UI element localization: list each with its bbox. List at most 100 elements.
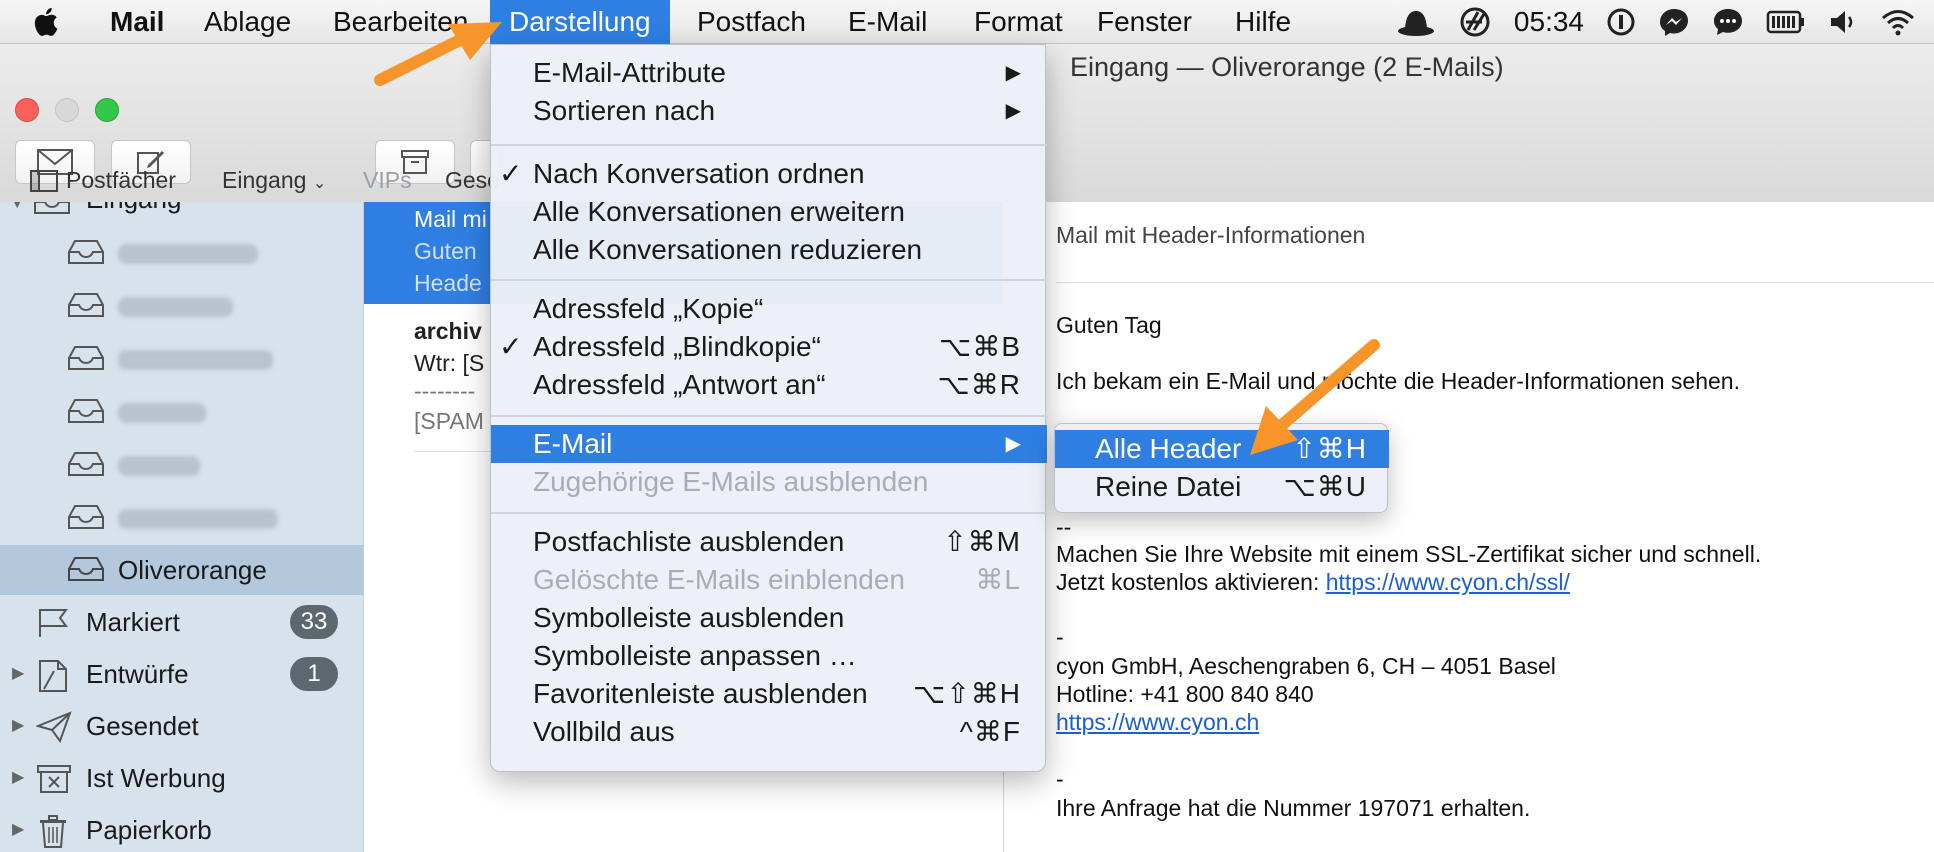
sidebar-item-account-4[interactable]	[0, 387, 363, 437]
hat-icon[interactable]	[1396, 7, 1436, 37]
menu-item-reply-to-field[interactable]: Adressfeld „Antwort an“ ⌥⌘R	[491, 366, 1047, 404]
blurred-label	[118, 403, 206, 423]
menu-item-shortcut: ⌘L	[975, 564, 1021, 595]
menu-item-label: Symbolleiste anpassen …	[533, 640, 857, 671]
paperplane-icon	[36, 711, 72, 743]
sidebar-item-inbox[interactable]: ▶ Eingang	[0, 202, 363, 228]
submenu-arrow-icon: ▶	[1005, 62, 1021, 84]
fav-inbox[interactable]: Eingang ⌄	[222, 167, 326, 194]
sidebar-item-flagged[interactable]: Markiert 33	[0, 597, 363, 647]
menu-item-cc-field[interactable]: Adressfeld „Kopie“	[491, 290, 1047, 328]
disclosure-triangle-icon[interactable]: ▶	[12, 715, 24, 735]
inbox-icon	[68, 240, 104, 264]
menu-item-label: E-Mail-Attribute	[533, 57, 726, 88]
fav-vips[interactable]: VIPs	[363, 167, 412, 194]
menu-darstellung[interactable]: Darstellung	[490, 0, 670, 44]
menu-item-label: Alle Konversationen reduzieren	[533, 234, 923, 265]
menu-bearbeiten[interactable]: Bearbeiten	[315, 0, 486, 44]
ssl-link[interactable]: https://www.cyon.ch/ssl/	[1326, 569, 1570, 595]
message-preview: [SPAM	[414, 408, 484, 434]
menu-item-exit-fullscreen[interactable]: Vollbild aus ^⌘F	[491, 713, 1047, 751]
body-text: Ich bekam ein E-Mail und möchte die Head…	[1056, 368, 1740, 394]
ssl-prefix: Jetzt kostenlos aktivieren:	[1056, 569, 1326, 595]
disclosure-triangle-icon[interactable]: ▶	[8, 202, 28, 208]
sidebar-icon	[30, 169, 58, 192]
menu-item-all-headers[interactable]: Alle Header ⇧⌘H	[1055, 430, 1389, 468]
sidebar-item-oliverorange[interactable]: Oliverorange	[0, 545, 363, 595]
menu-format[interactable]: Format	[956, 0, 1081, 44]
inbox-icon	[68, 505, 104, 529]
sidebar-item-label: Markiert	[86, 607, 180, 637]
cyon-icon[interactable]	[1458, 6, 1492, 38]
menu-mail[interactable]: Mail	[92, 0, 182, 44]
message-sender: Mail mi	[414, 206, 487, 232]
menu-item-sort-by[interactable]: Sortieren nach ▶	[491, 92, 1047, 130]
close-window-button[interactable]	[15, 98, 39, 122]
disclosure-triangle-icon[interactable]: ▶	[12, 663, 24, 683]
flag-icon	[39, 609, 68, 637]
inbox-icon	[68, 452, 104, 476]
menu-item-shortcut: ⌥⌘U	[1283, 471, 1367, 502]
menu-item-email-attribute[interactable]: E-Mail-Attribute ▶	[491, 54, 1047, 92]
menu-item-hide-mailbox-list[interactable]: Postfachliste ausblenden ⇧⌘M	[491, 523, 1047, 561]
apple-menu[interactable]	[20, 0, 76, 44]
menu-fenster[interactable]: Fenster	[1079, 0, 1210, 44]
menu-item-bcc-field[interactable]: ✓ Adressfeld „Blindkopie“ ⌥⌘B	[491, 328, 1047, 366]
signature-separator: --	[1056, 514, 1072, 540]
menu-item-hide-toolbar[interactable]: Symbolleiste ausblenden	[491, 599, 1047, 637]
menu-email[interactable]: E-Mail	[830, 0, 945, 44]
messenger-icon[interactable]	[1658, 7, 1690, 37]
sidebar-item-label: Oliverorange	[118, 555, 267, 585]
menu-item-collapse-conversations[interactable]: Alle Konversationen reduzieren	[491, 231, 1047, 269]
menu-item-label: Gelöschte E-Mails einblenden	[533, 564, 905, 595]
volume-icon[interactable]	[1828, 8, 1858, 36]
minimize-window-button[interactable]	[55, 98, 79, 122]
menu-item-expand-conversations[interactable]: Alle Konversationen erweitern	[491, 193, 1047, 231]
menu-item-customize-toolbar[interactable]: Symbolleiste anpassen …	[491, 637, 1047, 675]
menu-ablage[interactable]: Ablage	[186, 0, 309, 44]
sidebar-item-trash[interactable]: ▶ Papierkorb	[0, 805, 363, 852]
menu-postfach[interactable]: Postfach	[679, 0, 824, 44]
company-link[interactable]: https://www.cyon.ch	[1056, 709, 1259, 735]
menu-item-hide-favorites-bar[interactable]: Favoritenleiste ausblenden ⌥⇧⌘H	[491, 675, 1047, 713]
fav-inbox-label: Eingang	[222, 167, 307, 193]
menu-separator	[491, 144, 1047, 146]
disclosure-triangle-icon[interactable]: ▶	[12, 819, 24, 839]
sidebar-item-account-5[interactable]	[0, 440, 363, 490]
menu-item-raw-source[interactable]: Reine Datei ⌥⌘U	[1055, 468, 1389, 506]
sidebar-item-sent[interactable]: ▶ Gesendet	[0, 701, 363, 751]
sidebar-item-drafts[interactable]: ▶ Entwürfe 1	[0, 649, 363, 699]
wifi-icon[interactable]	[1880, 7, 1916, 37]
zoom-window-button[interactable]	[95, 98, 119, 122]
menu-item-label: Vollbild aus	[533, 716, 675, 747]
menu-item-email-submenu[interactable]: E-Mail ▶	[491, 425, 1047, 463]
sidebar-item-account-2[interactable]	[0, 281, 363, 331]
sidebar-item-account-3[interactable]	[0, 334, 363, 384]
menu-hilfe[interactable]: Hilfe	[1217, 0, 1309, 44]
menu-item-organize-by-conversation[interactable]: ✓ Nach Konversation ordnen	[491, 155, 1047, 193]
junk-icon	[37, 765, 71, 793]
battery-icon[interactable]	[1766, 9, 1806, 35]
mailbox-sidebar: ▶ Eingang Oliverorange Markiert 33 ▶ Ent	[0, 202, 364, 852]
menu-item-label: Zugehörige E-Mails ausblenden	[533, 466, 929, 497]
menu-item-label: Favoritenleiste ausblenden	[533, 678, 868, 709]
darstellung-menu: E-Mail-Attribute ▶ Sortieren nach ▶ ✓ Nach …	[490, 44, 1047, 772]
chat-icon[interactable]	[1712, 7, 1744, 37]
sidebar-item-label: Eingang	[86, 202, 181, 215]
blurred-label	[118, 244, 258, 264]
clock[interactable]: 05:34	[1514, 6, 1584, 38]
sidebar-item-junk[interactable]: ▶ Ist Werbung	[0, 753, 363, 803]
menu-separator	[491, 279, 1047, 281]
info-icon[interactable]	[1606, 7, 1636, 37]
disclosure-triangle-icon[interactable]: ▶	[12, 767, 24, 787]
menu-item-hide-related: Zugehörige E-Mails ausblenden	[491, 463, 1047, 501]
company-address: cyon GmbH, Aeschengraben 6, CH – 4051 Ba…	[1056, 653, 1556, 679]
menu-item-label: Alle Header	[1095, 433, 1242, 464]
message-subject: Wtr: [S	[414, 350, 485, 376]
message-subject: Guten	[414, 238, 477, 264]
sidebar-item-account-6[interactable]	[0, 493, 363, 543]
mailboxes-toggle[interactable]: Postfächer	[30, 167, 176, 194]
menu-item-shortcut: ⌥⇧⌘H	[913, 678, 1021, 709]
menu-item-shortcut: ⌥⌘B	[939, 331, 1021, 362]
sidebar-item-account-1[interactable]	[0, 228, 363, 278]
